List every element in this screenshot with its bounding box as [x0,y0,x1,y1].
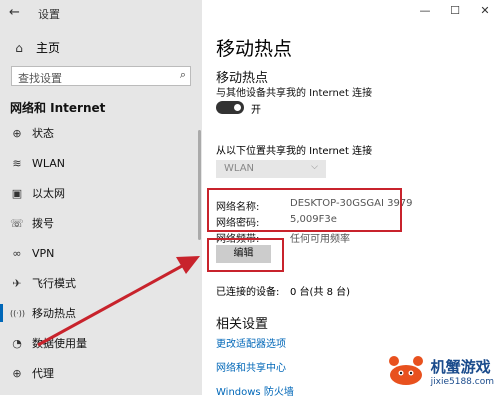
maximize-icon[interactable]: ☐ [440,0,470,22]
sidebar-item-data-usage[interactable]: ◔ 数据使用量 [0,328,202,358]
link-network-sharing-center[interactable]: 网络和共享中心 [216,359,286,374]
status-icon: ⊕ [12,126,22,140]
watermark-title: 机蟹游戏 [430,357,491,376]
sidebar-item-label: 拨号 [32,217,54,230]
sidebar-item-label: 状态 [32,127,54,140]
sidebar-item-airplane-mode[interactable]: ✈ 飞行模式 [0,268,202,298]
sidebar-item-vpn[interactable]: ∞ VPN [0,238,202,268]
link-adapter-options[interactable]: 更改适配器选项 [216,335,286,350]
home-icon: ⌂ [15,40,23,55]
annotation-box-credentials [207,188,402,232]
network-band-value: 任何可用频率 [290,234,350,245]
sidebar-item-label: 飞行模式 [32,277,76,290]
sidebar-item-mobile-hotspot[interactable]: ((·)) 移动热点 [0,298,202,328]
sidebar-item-dialup[interactable]: ☏ 拨号 [0,208,202,238]
share-from-label: 从以下位置共享我的 Internet 连接 [216,146,373,157]
airplane-icon: ✈ [12,276,22,290]
chevron-down-icon: ⌵ [311,162,318,172]
watermark: 机蟹游戏 jixie5188.com [384,353,494,389]
connected-devices-value: 0 台(共 8 台) [290,287,351,298]
connected-devices-label: 已连接的设备: [216,287,280,298]
title-bar: ← 设置 [0,0,202,26]
search-input[interactable]: 查找设置 ⌕ [11,66,191,86]
app-title: 设置 [38,8,60,21]
share-label: 与其他设备共享我的 Internet 连接 [216,88,373,99]
hotspot-icon: ((·)) [10,308,26,318]
data-usage-icon: ◔ [12,336,22,350]
sidebar-item-proxy[interactable]: ⊕ 代理 [0,358,202,388]
sidebar-item-label: WLAN [32,156,66,170]
toggle-state-text: 开 [251,105,261,116]
related-settings-heading: 相关设置 [216,317,269,332]
close-icon[interactable]: ✕ [470,0,500,22]
sidebar-item-ethernet[interactable]: ▣ 以太网 [0,178,202,208]
share-from-dropdown[interactable]: WLAN ⌵ [216,160,326,178]
home-link[interactable]: ⌂ 主页 [12,39,60,56]
sidebar-item-label: 移动热点 [32,307,76,320]
home-label: 主页 [36,41,61,55]
main-panel: — ☐ ✕ 移动热点 移动热点 与其他设备共享我的 Internet 连接 开 … [202,0,500,398]
dropdown-value: WLAN [224,163,255,174]
sidebar-item-label: 以太网 [32,187,65,200]
sidebar-item-label: 数据使用量 [32,337,87,350]
search-placeholder: 查找设置 [18,72,62,85]
link-windows-firewall[interactable]: Windows 防火墙 [216,383,294,398]
dialup-icon: ☏ [10,216,24,230]
watermark-url: jixie5188.com [430,376,494,387]
sidebar-nav: ⊕ 状态 ≋ WLAN ▣ 以太网 ☏ 拨号 ∞ VPN ✈ 飞行模式 ((·)… [0,118,202,388]
sidebar-item-wlan[interactable]: ≋ WLAN [0,148,202,178]
toggle-knob [234,104,241,111]
sidebar-item-status[interactable]: ⊕ 状态 [0,118,202,148]
sidebar-item-label: VPN [32,246,55,260]
sidebar: ← 设置 ⌂ 主页 查找设置 ⌕ 网络和 Internet ⊕ 状态 ≋ WLA… [0,0,202,395]
active-indicator [0,304,3,322]
vpn-icon: ∞ [12,246,22,260]
window-controls: — ☐ ✕ [410,0,500,22]
proxy-icon: ⊕ [12,366,22,380]
sidebar-scrollbar[interactable] [198,130,201,240]
ethernet-icon: ▣ [11,186,23,200]
annotation-box-edit [207,238,284,272]
minimize-icon[interactable]: — [410,0,440,22]
search-icon[interactable]: ⌕ [180,68,186,82]
section-title: 网络和 Internet [10,101,106,115]
connected-devices-row: 已连接的设备: 0 台(共 8 台) [216,283,350,298]
hotspot-toggle[interactable] [216,101,244,114]
back-arrow-icon[interactable]: ← [9,5,20,20]
page-title: 移动热点 [216,38,293,60]
wifi-icon: ≋ [12,156,22,170]
sidebar-item-label: 代理 [32,367,54,380]
crab-logo-icon [388,356,423,385]
